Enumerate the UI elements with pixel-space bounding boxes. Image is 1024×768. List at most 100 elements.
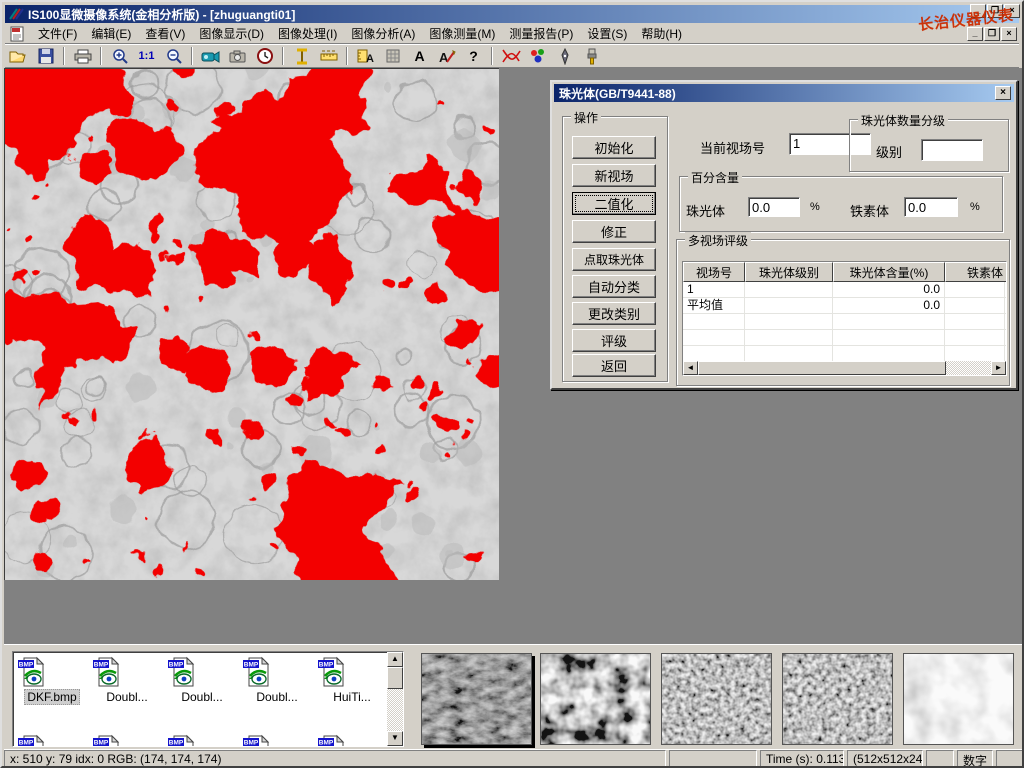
correct-button[interactable]: 修正 [572, 220, 656, 243]
toolbar-separator [491, 47, 493, 65]
cell-field-no: 平均值 [683, 298, 745, 313]
file-item[interactable] [17, 734, 87, 747]
file-item[interactable] [317, 734, 387, 747]
col-ferrite[interactable]: 铁素体 [945, 262, 1007, 282]
menu-item-image-analysis[interactable]: 图像分析(A) [344, 23, 422, 44]
grid-tool-button[interactable] [380, 46, 405, 67]
text-tool-button[interactable]: A [407, 46, 432, 67]
init-button[interactable]: 初始化 [572, 136, 656, 159]
document-icon [9, 26, 27, 42]
table-row[interactable]: 平均值 0.0 [683, 298, 1006, 314]
help-button[interactable]: ? [461, 46, 486, 67]
menu-item-view[interactable]: 查看(V) [138, 23, 192, 44]
zoom-out-button[interactable] [161, 46, 186, 67]
file-name[interactable]: Doubl... [179, 690, 224, 704]
table-hscrollbar[interactable]: ◄ ► [683, 361, 1006, 375]
phase-color-button[interactable] [525, 46, 550, 67]
thumbnail-2[interactable] [540, 653, 651, 745]
file-item[interactable]: DKF.bmp [17, 656, 87, 706]
col-field-no[interactable]: 视场号 [683, 262, 745, 282]
file-item[interactable]: Doubl... [242, 656, 312, 706]
dialog-close-button[interactable]: × [995, 86, 1011, 100]
app-icon [8, 7, 24, 21]
print-button[interactable] [70, 46, 95, 67]
menu-item-image-display[interactable]: 图像显示(D) [192, 23, 271, 44]
scroll-up-arrow[interactable]: ▲ [387, 652, 403, 667]
file-item[interactable] [167, 734, 237, 747]
cell-level [745, 282, 833, 297]
auto-classify-button[interactable]: 自动分类 [572, 275, 656, 298]
menu-item-image-measure[interactable]: 图像测量(M) [422, 23, 502, 44]
ruler-button[interactable] [316, 46, 341, 67]
scroll-right-arrow[interactable]: ► [991, 361, 1006, 375]
dialog-title-bar[interactable]: 珠光体(GB/T9441-88) [554, 84, 1014, 102]
scroll-left-arrow[interactable]: ◄ [683, 361, 698, 375]
micrograph-image[interactable] [4, 68, 499, 580]
pen-tool-button[interactable] [552, 46, 577, 67]
mdi-restore-button[interactable]: ❐ [984, 27, 1000, 41]
binarize-button[interactable]: 二值化 [572, 192, 656, 215]
menu-item-file[interactable]: 文件(F) [31, 23, 84, 44]
video-capture-button[interactable] [198, 46, 223, 67]
file-name[interactable]: HuiTi... [331, 690, 373, 704]
change-class-button[interactable]: 更改类别 [572, 302, 656, 325]
level-input[interactable] [921, 139, 983, 161]
clock-button[interactable] [252, 46, 277, 67]
menu-item-image-process[interactable]: 图像处理(I) [271, 23, 344, 44]
menu-item-edit[interactable]: 编辑(E) [84, 23, 138, 44]
zoom-in-button[interactable] [107, 46, 132, 67]
brush-tool-button[interactable] [579, 46, 604, 67]
file-item[interactable] [92, 734, 162, 747]
file-list-vscrollbar[interactable]: ▲ ▼ [387, 652, 403, 746]
pearlite-dialog: 珠光体(GB/T9441-88) × 操作 初始化 新视场 二值化 修正 点取珠… [550, 80, 1018, 390]
file-name[interactable]: DKF.bmp [24, 689, 79, 705]
file-item[interactable]: Doubl... [167, 656, 237, 706]
menu-bar: 文件(F) 编辑(E) 查看(V) 图像显示(D) 图像处理(I) 图像分析(A… [5, 24, 1019, 44]
return-button[interactable]: 返回 [572, 354, 656, 377]
menu-item-measure-report[interactable]: 测量报告(P) [502, 23, 580, 44]
mdi-close-button[interactable]: × [1001, 27, 1017, 41]
annotate-tool-button[interactable]: A [434, 46, 459, 67]
cell-ferrite [945, 298, 1005, 313]
status-mode: 数字 [957, 750, 993, 767]
table-row[interactable]: 1 0.0 [683, 282, 1006, 298]
thumbnail-5[interactable] [903, 653, 1014, 745]
ferrite-input[interactable]: 0.0 [904, 197, 958, 217]
file-name[interactable]: Doubl... [104, 690, 149, 704]
actual-size-button[interactable]: 1:1 [134, 46, 159, 67]
measure-text-button[interactable]: A [353, 46, 378, 67]
new-field-button[interactable]: 新视场 [572, 164, 656, 187]
col-pearlite-level[interactable]: 珠光体级别 [745, 262, 833, 282]
thumbnail-4[interactable] [782, 653, 893, 745]
camera-button[interactable] [225, 46, 250, 67]
file-item[interactable]: HuiTi... [317, 656, 387, 706]
cell-content: 0.0 [833, 298, 945, 313]
status-image-size: (512x512x24) [847, 750, 923, 767]
toolbar-separator [100, 47, 102, 65]
curve-tool-button[interactable] [498, 46, 523, 67]
save-button[interactable] [33, 46, 58, 67]
menu-item-settings[interactable]: 设置(S) [580, 23, 634, 44]
scroll-down-arrow[interactable]: ▼ [387, 731, 403, 746]
col-pearlite-content[interactable]: 珠光体含量(%) [833, 262, 945, 282]
rate-button[interactable]: 评级 [572, 329, 656, 352]
status-empty-1 [669, 750, 757, 767]
open-button[interactable] [6, 46, 31, 67]
percent-group-label: 百分含量 [688, 169, 742, 186]
window-title: IS100显微摄像系统(金相分析版) - [zhuguangti01] [28, 6, 295, 23]
pearlite-input[interactable]: 0.0 [748, 197, 800, 217]
scrollbar-track[interactable] [946, 361, 991, 375]
scrollbar-thumb[interactable] [387, 667, 403, 689]
caliper-button[interactable] [289, 46, 314, 67]
file-item[interactable]: Doubl... [92, 656, 162, 706]
pick-pearlite-button[interactable]: 点取珠光体 [572, 248, 656, 271]
file-name[interactable]: Doubl... [254, 690, 299, 704]
title-bar: IS100显微摄像系统(金相分析版) - [zhuguangti01] [5, 5, 1019, 23]
thumbnail-3[interactable] [661, 653, 772, 745]
file-item[interactable] [242, 734, 312, 747]
scrollbar-thumb[interactable] [698, 361, 946, 375]
thumbnail-1[interactable] [421, 653, 532, 745]
pearlite-percent-sign: % [810, 201, 820, 213]
file-list: DKF.bmp Doubl... Doubl... Doubl... HuiTi… [12, 651, 404, 747]
menu-item-help[interactable]: 帮助(H) [634, 23, 689, 44]
